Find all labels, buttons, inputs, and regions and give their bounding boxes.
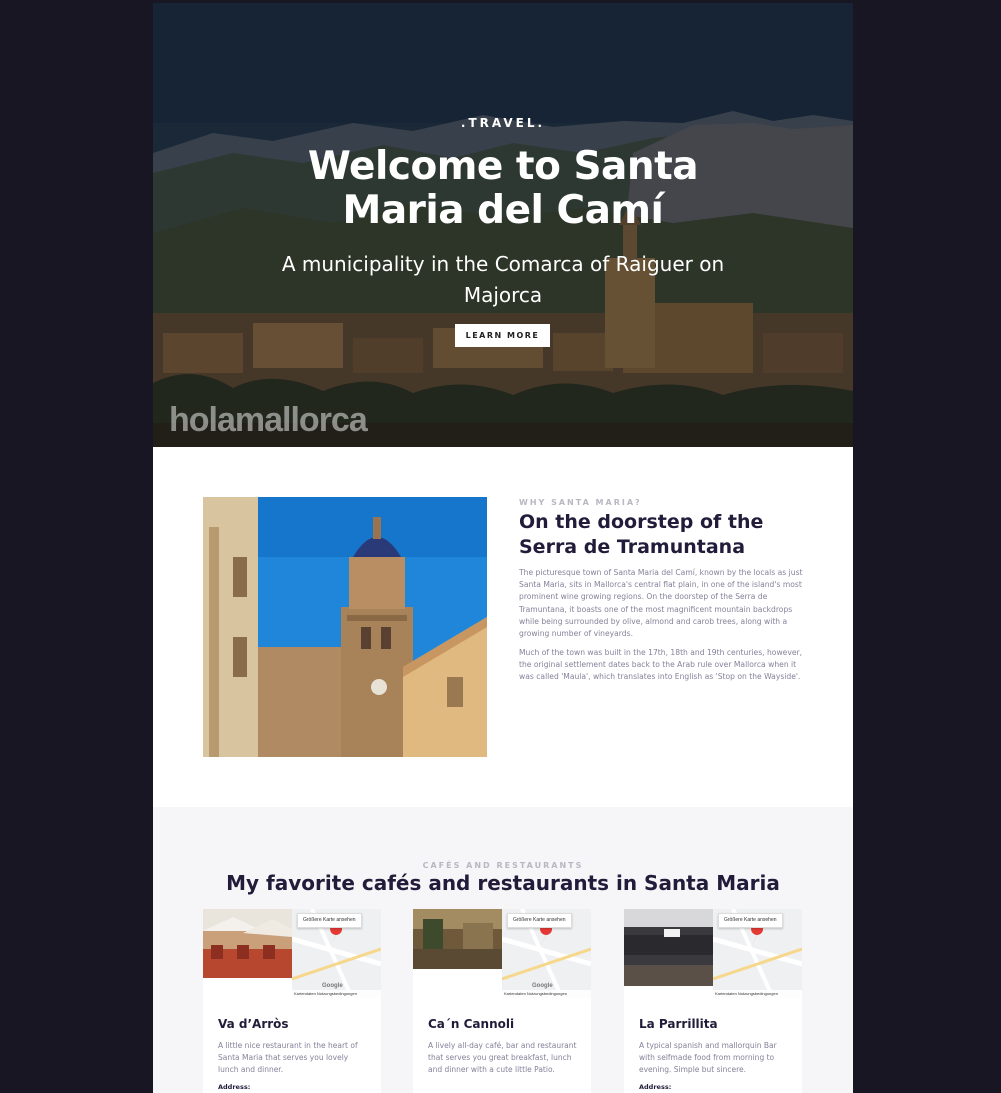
map-larger-button[interactable]: Größere Karte ansehen (718, 913, 783, 928)
cafe-name: Va d’Arròs (218, 1017, 289, 1031)
why-paragraph-1: The picturesque town of Santa Maria del … (519, 568, 803, 639)
cafes-title: My favorite cafés and restaurants in San… (226, 871, 780, 895)
cafe-card: Größere Karte ansehen Kartendaten Nutzun… (624, 909, 802, 1093)
cafe-photo (413, 909, 502, 969)
church-tower-photo (203, 497, 487, 757)
why-paragraph-2: Much of the town was built in the 17th, … (519, 648, 803, 682)
cafe-address-label: Address: (218, 1083, 251, 1091)
hero-title: Welcome to Santa Maria del Camí (307, 144, 699, 233)
image-watermark: holamallorca (169, 401, 368, 439)
hero-subtitle: A municipality in the Comarca of Raiguer… (281, 252, 725, 307)
learn-more-button[interactable]: LEARN MORE (455, 324, 550, 347)
google-logo: Google (322, 983, 343, 989)
cafe-address-label: Address: (639, 1083, 672, 1091)
why-kicker: WHY SANTA MARIA? (519, 498, 642, 507)
cafe-map[interactable]: Größere Karte ansehen Google Kartendaten… (292, 909, 381, 998)
hero-kicker: .TRAVEL. (460, 116, 546, 130)
why-section: WHY SANTA MARIA? On the doorstep of the … (153, 447, 853, 807)
cafe-description: A little nice restaurant in the heart of… (218, 1041, 358, 1074)
map-footer: Kartendaten Nutzungsbedingungen (292, 990, 381, 998)
cafe-card: Größere Karte ansehen Google Kartendaten… (413, 909, 591, 1093)
cafe-map[interactable]: Größere Karte ansehen Google Kartendaten… (502, 909, 591, 998)
page: holamallorca .TRAVEL. Welcome to Santa M… (153, 3, 853, 1093)
map-larger-button[interactable]: Größere Karte ansehen (507, 913, 572, 928)
cafe-photo (203, 909, 292, 978)
map-footer: Kartendaten Nutzungsbedingungen (502, 990, 591, 998)
cafe-card: Größere Karte ansehen Google Kartendaten… (203, 909, 381, 1093)
cafe-photo (624, 909, 713, 986)
cafe-description: A typical spanish and mallorquin Bar wit… (639, 1041, 777, 1074)
map-footer: Kartendaten Nutzungsbedingungen (713, 990, 802, 998)
cafe-name: Ca´n Cannoli (428, 1017, 515, 1031)
hero-section: holamallorca .TRAVEL. Welcome to Santa M… (153, 3, 853, 447)
cafes-kicker: CAFÉS AND RESTAURANTS (422, 861, 584, 870)
cafe-name: La Parrillita (639, 1017, 718, 1031)
cafe-description: A lively all-day café, bar and restauran… (428, 1041, 577, 1074)
cafe-map[interactable]: Größere Karte ansehen Kartendaten Nutzun… (713, 909, 802, 998)
google-logo: Google (532, 983, 553, 989)
why-title: On the doorstep of the Serra de Tramunta… (519, 511, 764, 558)
map-larger-button[interactable]: Größere Karte ansehen (297, 913, 362, 928)
cafes-section: CAFÉS AND RESTAURANTS My favorite cafés … (153, 807, 853, 1093)
